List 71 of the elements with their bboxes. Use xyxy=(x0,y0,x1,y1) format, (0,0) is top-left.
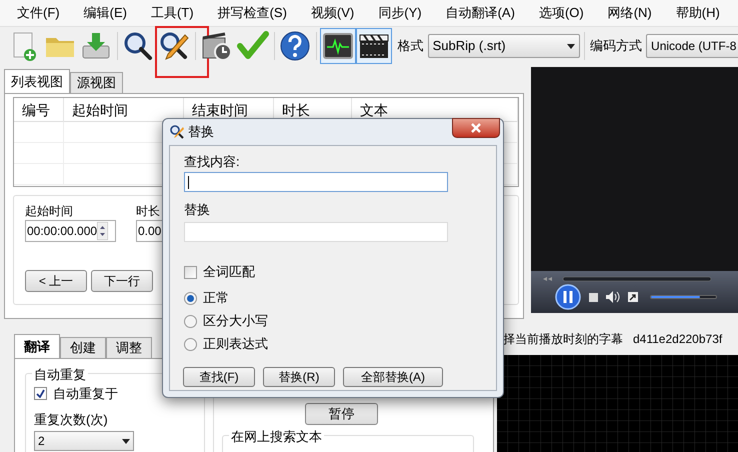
checkbox[interactable] xyxy=(34,387,47,400)
field-label: 替换 xyxy=(184,202,210,218)
help-icon xyxy=(279,30,312,62)
caret-icon xyxy=(566,44,575,48)
checkbox-label: 全词匹配 xyxy=(203,264,255,280)
radio-button[interactable] xyxy=(184,314,197,328)
menu-item[interactable]: 同步(Y) xyxy=(378,3,422,23)
radio-label: 区分大小写 xyxy=(203,313,268,329)
dialog-button[interactable]: 全部替换(A) xyxy=(343,367,443,387)
waveform-monitor-icon xyxy=(322,30,354,62)
search-icon xyxy=(122,30,154,62)
clapper-clock-icon xyxy=(200,30,233,62)
toolbar-button[interactable] xyxy=(320,28,356,64)
tab[interactable]: 列表视图 xyxy=(4,69,70,93)
field-label: 编码方式 xyxy=(590,37,642,56)
radio-label: 正则表达式 xyxy=(203,336,268,352)
dropdown[interactable]: 2 xyxy=(34,431,134,451)
dropdown[interactable]: Unicode (UTF-8 xyxy=(646,34,738,58)
time-field[interactable]: 00:00:00.000 xyxy=(25,220,116,242)
nav-button[interactable]: < 上一 xyxy=(25,270,87,292)
close-icon xyxy=(471,123,481,133)
menu-item[interactable]: 自动翻译(A) xyxy=(446,3,515,23)
tab[interactable]: 源视图 xyxy=(70,72,123,93)
status-text: 择当前播放时刻的字幕 xyxy=(503,331,623,348)
menu-item[interactable]: 帮助(H) xyxy=(676,3,720,23)
field-label: 时长 xyxy=(136,203,161,220)
replace-field[interactable] xyxy=(184,222,448,242)
dropdown[interactable]: SubRip (.srt) xyxy=(428,34,580,58)
checkmark-icon xyxy=(236,30,269,62)
pause-icon[interactable] xyxy=(555,284,581,310)
menu-item[interactable]: 选项(O) xyxy=(538,3,584,23)
dropdown-value: SubRip (.srt) xyxy=(432,37,506,56)
dropdown-value: Unicode (UTF-8 xyxy=(651,38,736,55)
nav-button[interactable]: 下一行 xyxy=(91,270,153,292)
menu-item[interactable]: 工具(T) xyxy=(150,3,194,23)
caret-icon xyxy=(122,438,130,444)
menu-item[interactable]: 编辑(E) xyxy=(84,3,127,23)
stop-icon[interactable] xyxy=(589,292,598,302)
toolbar-button[interactable] xyxy=(356,28,392,64)
column-header: 编号 xyxy=(14,98,64,122)
dialog-button[interactable]: 替换(R) xyxy=(263,367,335,387)
magnifier-pencil-icon xyxy=(170,125,184,139)
radio-label: 正常 xyxy=(203,290,229,306)
menu-item[interactable]: 文件(F) xyxy=(17,3,60,23)
dialog-button[interactable]: 查找(F) xyxy=(183,367,255,387)
radio-button[interactable] xyxy=(184,338,197,350)
field-label: 查找内容: xyxy=(184,154,240,170)
spinner-icon xyxy=(97,222,108,240)
checkbox[interactable] xyxy=(184,266,197,278)
window-title: 替换 xyxy=(188,123,214,142)
tab[interactable]: 翻译 xyxy=(14,334,60,358)
menu-item[interactable]: 视频(V) xyxy=(310,3,354,23)
field-label: 格式 xyxy=(398,37,424,56)
close-button[interactable] xyxy=(452,118,500,138)
dropdown-value: 2 xyxy=(38,433,45,450)
fullscreen-icon[interactable] xyxy=(628,292,638,302)
time-value: 00:00:00.000 xyxy=(26,223,98,240)
field-label: 起始时间 xyxy=(25,203,74,220)
menu-item[interactable]: 拼写检查(S) xyxy=(218,3,287,23)
tab[interactable]: 创建 xyxy=(60,337,106,358)
volume-slider[interactable] xyxy=(650,295,717,299)
radio-button[interactable] xyxy=(184,292,197,304)
menu-item[interactable]: 网络(N) xyxy=(608,3,652,23)
checkbox-label: 自动重复于 xyxy=(53,385,118,403)
tab[interactable]: 调整 xyxy=(106,337,152,358)
field-label: 重复次数(次) xyxy=(34,410,108,429)
pause-button[interactable]: 暂停 xyxy=(305,403,378,424)
volume-icon[interactable] xyxy=(606,291,620,303)
find-field[interactable] xyxy=(184,172,448,192)
magnifier-pencil-icon xyxy=(158,30,190,62)
status-text: d411e2d220b73f xyxy=(633,331,722,348)
